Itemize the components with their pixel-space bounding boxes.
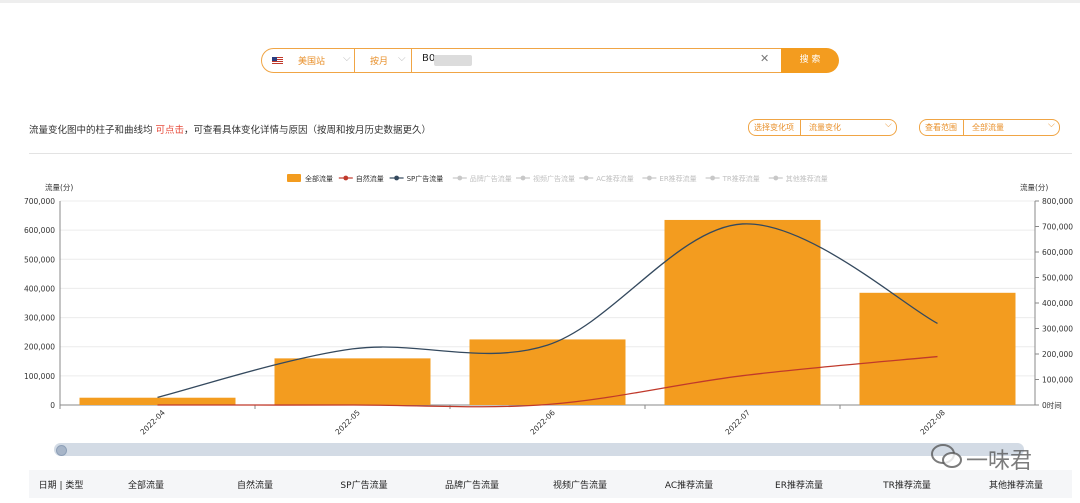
divider (354, 49, 355, 72)
column-header: 视频广告流量 (552, 481, 608, 491)
bar[interactable] (664, 219, 821, 405)
x-tick-label: 2022-07 (723, 408, 752, 437)
right-tick-label: 800,000 (1042, 197, 1073, 206)
traffic-chart[interactable]: 0 100,000 200,000 300,000 400,000 500,000 600,… (0, 168, 1080, 438)
x-tick-label: 2022-06 (528, 408, 557, 437)
search-bar: 美国站 ⌵ 按月 ⌵ B0 ✕ 搜 索 (261, 48, 839, 73)
x-tick-label: 2022-05 (333, 408, 362, 437)
right-tick-label: 0时间 (1042, 400, 1062, 410)
right-axis-title: 流量(分) (1020, 182, 1048, 192)
right-tick-label: 300,000 (1042, 325, 1073, 334)
select-value: 全部流量 (972, 123, 1004, 132)
hint-text: 流量变化图中的柱子和曲线均 (29, 125, 156, 136)
divider (411, 49, 412, 72)
column-header: 自然流量 (236, 481, 274, 491)
zoom-slider[interactable] (54, 443, 1024, 456)
column-header: AC推荐流量 (664, 481, 714, 491)
bar[interactable] (79, 397, 236, 405)
right-tick-label: 700,000 (1042, 223, 1073, 232)
column-header: 日期 | 类型 (38, 481, 84, 491)
select-label: 选择变化项 (754, 123, 794, 132)
left-tick-label: 600,000 (24, 226, 55, 235)
chart-hint: 流量变化图中的柱子和曲线均 可点击，可查看具体变化详情与原因（按周和按月历史数据… (29, 122, 431, 136)
chevron-down-icon[interactable]: ⌵ (398, 53, 406, 64)
bar[interactable] (859, 292, 1016, 405)
hint-highlight: 可点击 (155, 125, 185, 136)
watermark: 一味君 (930, 443, 1032, 474)
legend-item[interactable]: AC推荐流量 (596, 174, 634, 183)
wechat-icon (931, 444, 962, 468)
left-tick-label: 100,000 (24, 372, 55, 381)
legend-dot-swatch (394, 175, 399, 181)
legend-item[interactable]: 全部流量 (305, 174, 333, 183)
section-divider (29, 153, 1072, 154)
select-label: 查看范围 (925, 123, 957, 132)
scope-select[interactable]: 查看范围 全部流量 ⌵ (919, 119, 1060, 136)
right-tick-label: 500,000 (1042, 274, 1073, 283)
column-header: TR推荐流量 (883, 481, 931, 491)
chevron-down-icon: ⌵ (885, 120, 892, 130)
legend-item[interactable]: 视频广告流量 (533, 174, 575, 183)
left-tick-label: 300,000 (24, 314, 55, 323)
hint-text-end: ，可查看具体变化详情与原因（按周和按月历史数据更久） (184, 125, 432, 136)
watermark-text: 一味君 (966, 449, 1033, 474)
bar[interactable] (274, 358, 431, 405)
left-tick-label: 200,000 (24, 343, 55, 352)
top-divider (0, 0, 1080, 3)
divider (963, 120, 964, 135)
right-tick-label: 600,000 (1042, 248, 1073, 257)
legend-dot-swatch (520, 175, 526, 181)
legend-item[interactable]: SP广告流量 (407, 174, 444, 183)
legend-dot-swatch (773, 175, 779, 181)
legend-item[interactable]: ER推荐流量 (659, 174, 696, 183)
chevron-down-icon: ⌵ (1048, 120, 1055, 130)
site-select[interactable]: 美国站 (298, 54, 325, 67)
column-header: 品牌广告流量 (444, 481, 500, 491)
change-type-select[interactable]: 选择变化项 流量变化 ⌵ (748, 119, 897, 136)
column-header: ER推荐流量 (775, 481, 823, 491)
left-axis-title: 流量(分) (45, 182, 73, 192)
clear-icon[interactable]: ✕ (760, 52, 769, 65)
search-button[interactable]: 搜 索 (781, 48, 839, 73)
legend-dot-swatch (583, 175, 589, 181)
x-tick-label: 2022-04 (138, 408, 167, 437)
search-box: 美国站 ⌵ 按月 ⌵ B0 ✕ (261, 48, 793, 73)
right-tick-label: 400,000 (1042, 299, 1073, 308)
period-select[interactable]: 按月 (370, 54, 388, 67)
legend-item[interactable]: 品牌广告流量 (470, 174, 512, 183)
slider-handle[interactable] (56, 445, 67, 456)
chevron-down-icon[interactable]: ⌵ (343, 53, 351, 64)
column-header: SP广告流量 (340, 481, 388, 491)
left-tick-label: 400,000 (24, 284, 55, 293)
right-tick-label: 200,000 (1042, 350, 1073, 359)
select-value: 流量变化 (809, 123, 841, 132)
left-tick-label: 0 (50, 401, 55, 410)
legend-dot-swatch (647, 175, 652, 181)
legend-item[interactable]: 其他推荐流量 (786, 174, 828, 183)
redacted-text (434, 55, 472, 66)
legend-dot-swatch (710, 175, 715, 181)
left-tick-label: 500,000 (24, 255, 55, 264)
column-header: 其他推荐流量 (988, 481, 1044, 491)
legend-dot-swatch (343, 175, 349, 181)
left-tick-label: 700,000 (24, 197, 55, 206)
legend-bar-swatch (287, 174, 301, 182)
table-header: 日期 | 类型 全部流量 自然流量 SP广告流量 品牌广告流量 视频广告流量 A… (29, 470, 1072, 498)
legend-item[interactable]: 自然流量 (356, 174, 384, 183)
legend-dot-swatch (457, 175, 463, 181)
x-tick-label: 2022-08 (918, 408, 947, 437)
legend-item[interactable]: TR推荐流量 (722, 174, 760, 183)
us-flag-icon (272, 57, 283, 64)
divider (800, 120, 801, 135)
right-tick-label: 100,000 (1042, 376, 1073, 385)
bar[interactable] (469, 339, 626, 405)
column-header: 全部流量 (127, 481, 165, 491)
